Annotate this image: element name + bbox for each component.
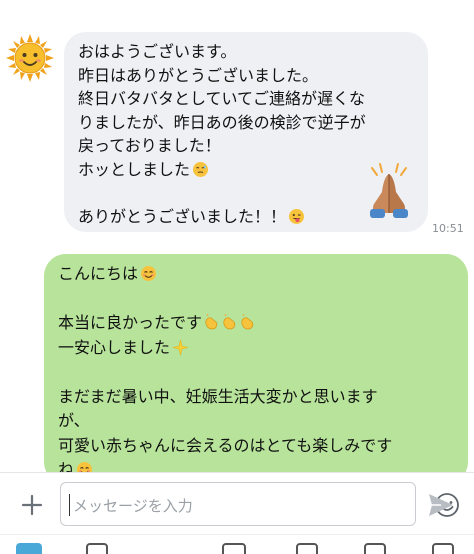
message-line [58,360,454,385]
folded-hands-icon[interactable] [360,162,418,220]
winking-tongue-face-icon [289,208,305,224]
message-line-with-emoji: ね [58,458,454,472]
incoming-message-bubble[interactable]: おはようございます。 昨日はありがとうございました。 終日バタバタとしていてご連… [64,32,428,232]
relieved-face-icon [193,161,209,177]
message-line: りましたが、昨日あの後の検診で逆子が [78,112,366,132]
message-line: こんにちは [58,264,139,283]
message-line-with-emoji: 本当に良かったです [58,311,454,336]
message-line: おはようございます。 [78,42,237,61]
message-input-placeholder: メッセージを入力 [73,497,193,515]
text-caret [69,494,70,516]
message-line: 終日バタバタとしていてご連絡が遅くな [78,89,366,108]
message-line: 可愛い赤ちゃんに会えるのはとても楽しみです [58,435,393,455]
nav-icon[interactable] [16,543,42,554]
send-icon[interactable] [426,491,456,519]
nav-icon[interactable] [432,543,454,554]
nav-icon[interactable] [296,543,318,554]
message-line: まだまだ暑い中、妊娠生活大変かと思います [58,386,378,406]
nav-icon[interactable] [364,543,386,554]
message-line: 一安心しました [58,337,171,357]
message-line-with-emoji: こんにちは [58,262,454,287]
clapping-hands-icon [205,314,254,330]
message-line: が、 [58,411,90,430]
message-line: 昨日はありがとうございました。 [78,65,319,85]
message-line: ね [58,460,75,472]
message-line: ホッとしました [78,159,191,179]
smiling-face-icon [141,266,157,281]
sun-face-icon[interactable] [6,34,54,82]
bottom-navigation-bar [0,534,474,554]
message-line: 戻っておりました！ [78,136,221,155]
message-input[interactable]: メッセージを入力 [60,482,459,526]
plus-icon[interactable] [18,491,46,519]
message-timestamp: 10:51 [432,222,464,235]
nav-icon[interactable] [86,543,108,554]
message-line: 本当に良かったです [58,313,203,332]
message-input-bar: メッセージを入力 [0,472,474,534]
smiling-face-icon [77,462,93,472]
chat-area[interactable]: おはようございます。 昨日はありがとうございました。 終日バタバタとしていてご連… [0,0,474,472]
message-line [58,287,454,312]
sparkle-star-icon [172,339,189,355]
message-line: ありがとうございました！！ [78,206,287,226]
message-line-with-emoji: 一安心しました [58,336,454,361]
nav-icon[interactable] [222,543,246,554]
outgoing-message-bubble[interactable]: こんにちは 本当に良かったです 一安心しました まだまだ暑い中、妊娠生活大変かと… [44,254,468,472]
